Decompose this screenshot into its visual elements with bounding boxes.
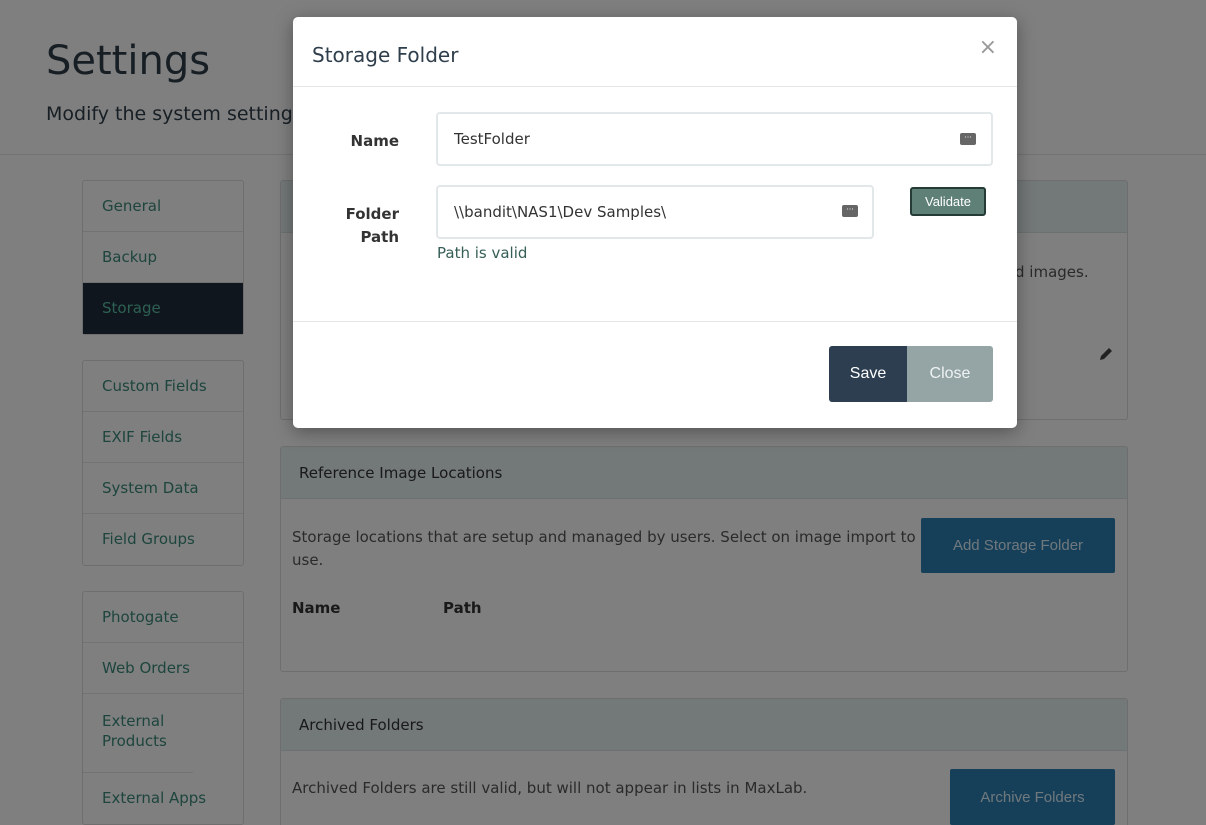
name-input[interactable]	[436, 112, 993, 166]
modal-footer-divider	[293, 321, 1017, 322]
validate-button[interactable]: Validate	[910, 187, 986, 216]
save-button[interactable]: Save	[829, 346, 907, 402]
folder-path-label: Folder Path	[345, 205, 399, 246]
keyboard-icon[interactable]: ···	[842, 205, 858, 217]
keyboard-icon[interactable]: ···	[960, 133, 976, 145]
storage-folder-modal: Storage Folder × Name ··· Folder Path ··…	[293, 17, 1017, 428]
close-icon[interactable]: ×	[979, 35, 997, 60]
modal-header-divider	[293, 86, 1017, 87]
modal-title: Storage Folder	[312, 43, 459, 67]
path-status-text: Path is valid	[437, 244, 528, 262]
folder-path-input[interactable]	[436, 185, 874, 239]
close-button[interactable]: Close	[907, 346, 993, 402]
name-label: Name	[350, 132, 399, 150]
